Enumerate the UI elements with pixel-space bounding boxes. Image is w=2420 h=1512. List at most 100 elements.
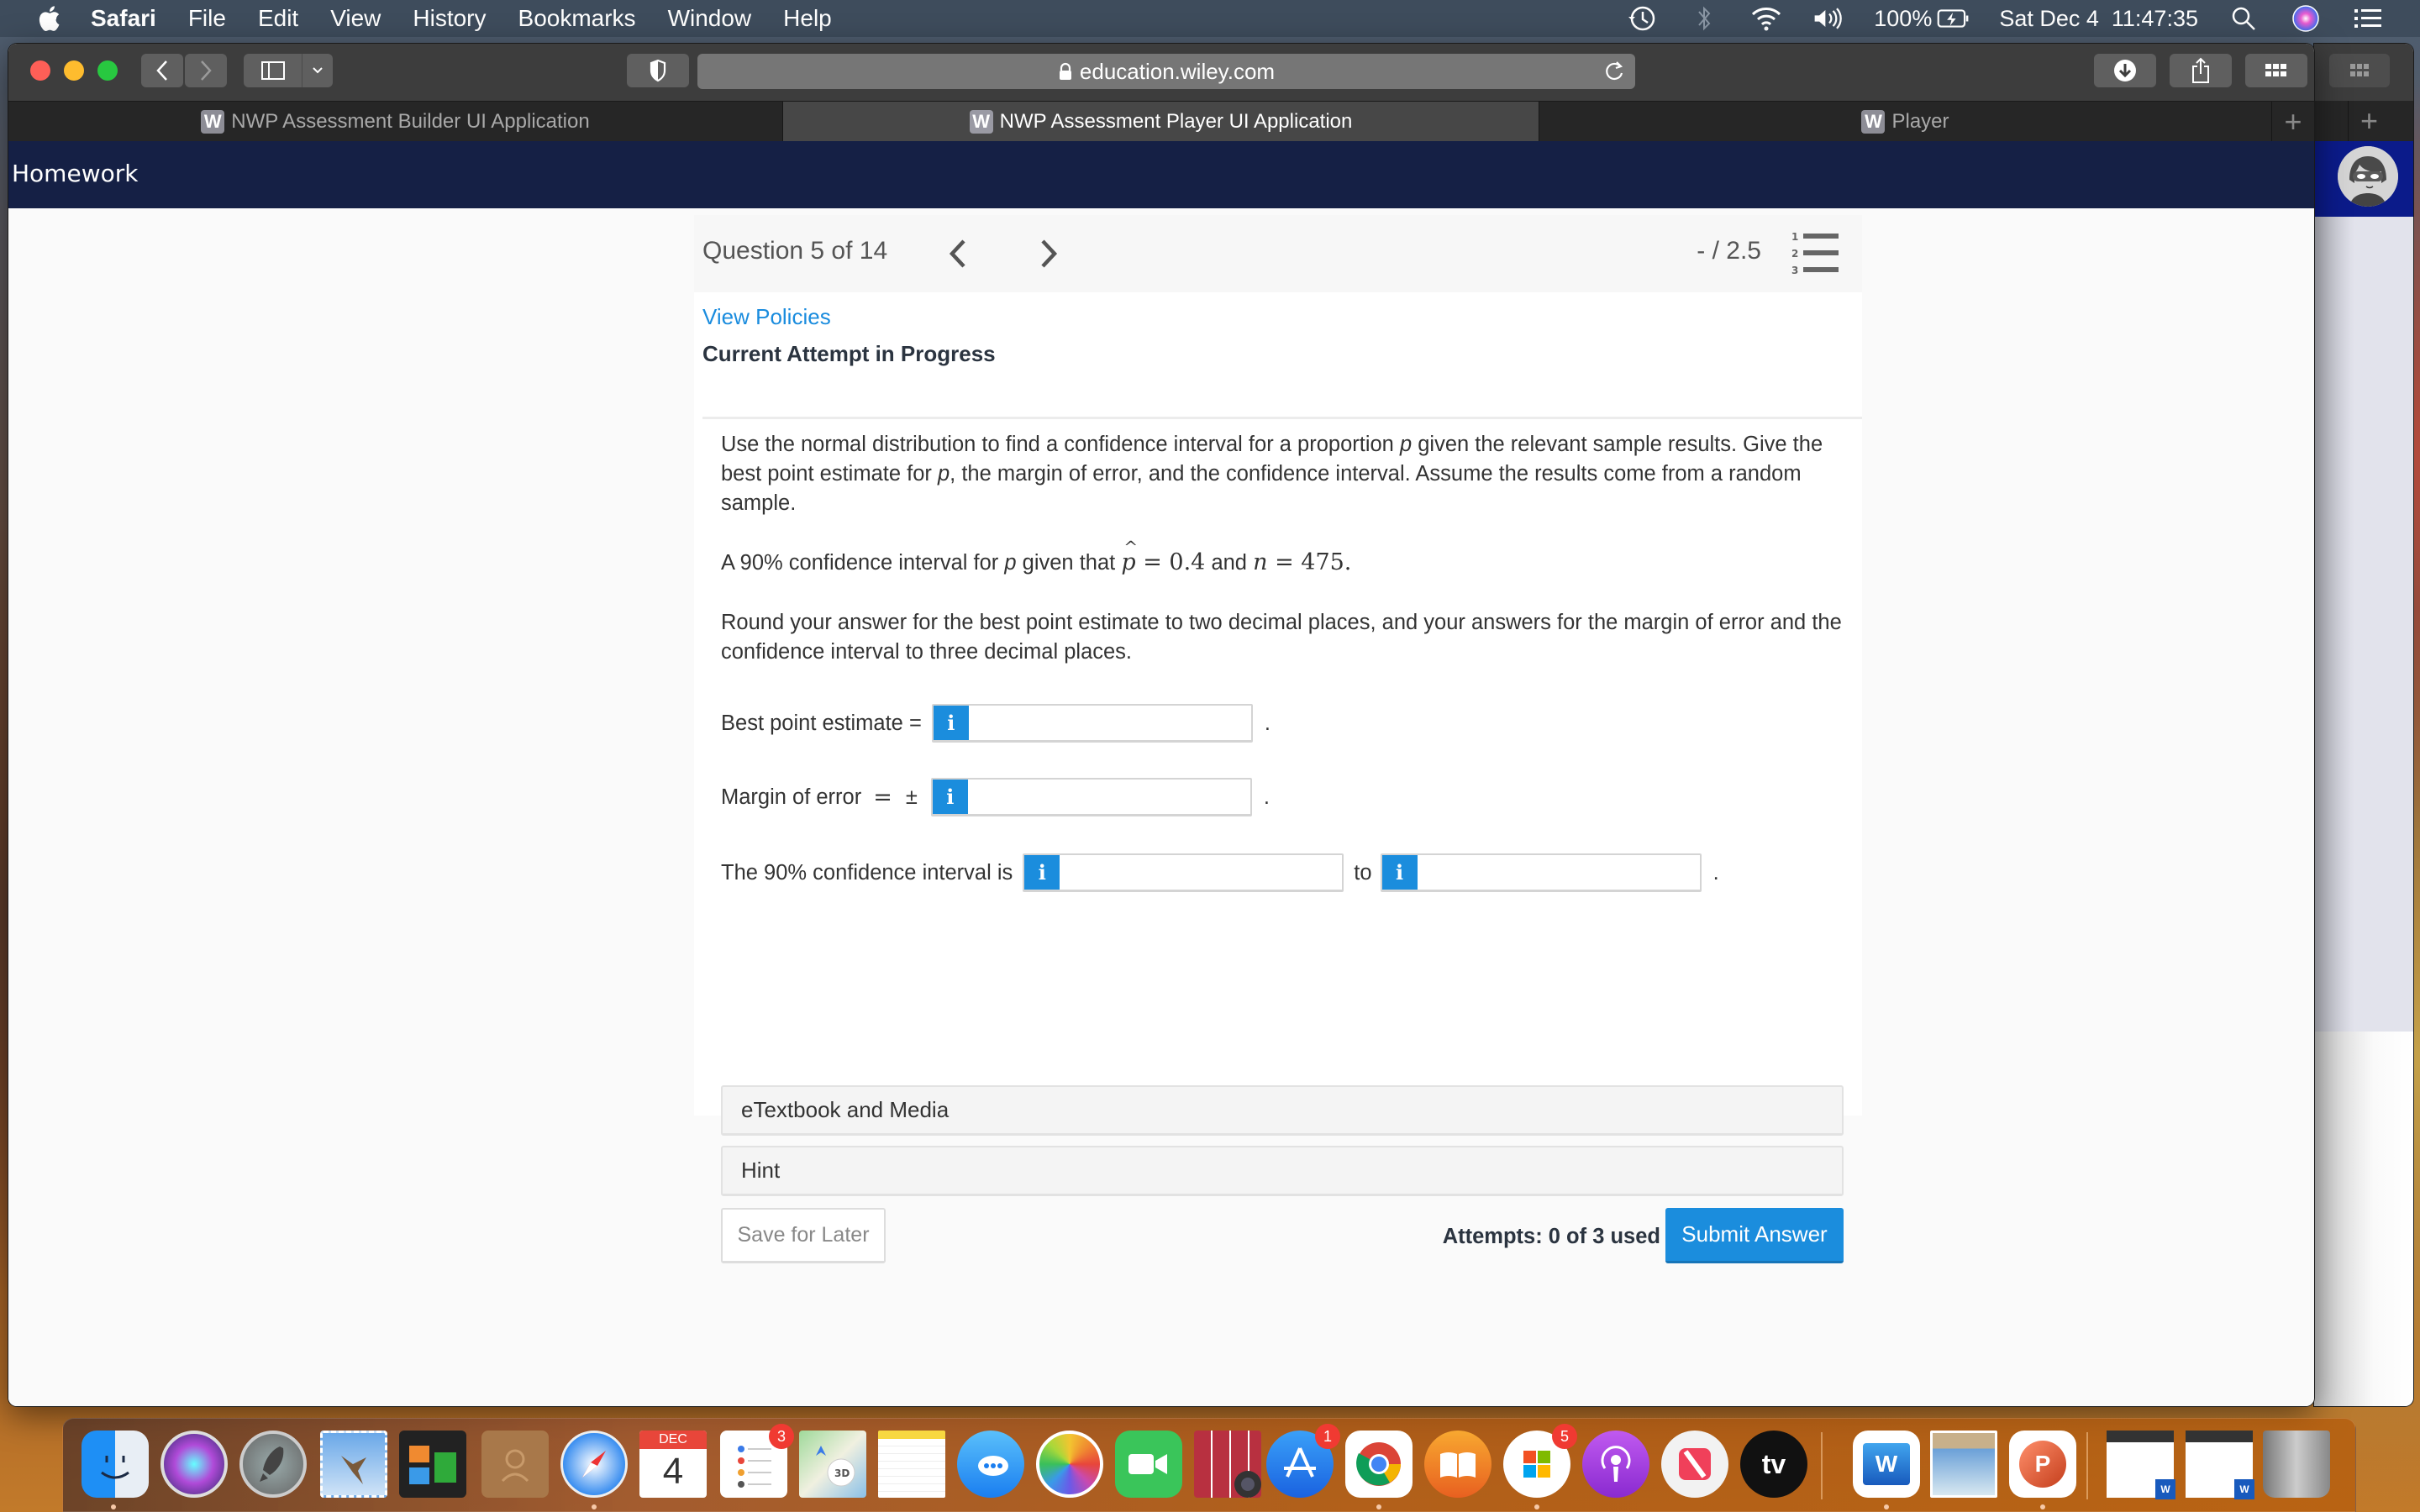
background-window-toolbar (2314, 44, 2413, 101)
share-button[interactable] (2170, 54, 2232, 87)
word-badge-icon: W (2234, 1479, 2254, 1499)
dock-launchpad-icon[interactable] (239, 1431, 307, 1498)
dock-mission-control-icon[interactable] (399, 1431, 466, 1498)
control-center-icon[interactable] (2351, 3, 2385, 34)
dock-maps-icon[interactable]: 3D (799, 1431, 866, 1498)
dock-podcasts-icon[interactable] (1582, 1431, 1649, 1498)
chevron-down-icon (302, 66, 333, 75)
fullscreen-window-button[interactable] (97, 60, 118, 81)
dock-calendar-icon[interactable]: DEC 4 (639, 1431, 707, 1498)
dock-photo-booth-icon[interactable] (1194, 1431, 1261, 1498)
forward-button[interactable] (185, 54, 227, 87)
background-new-tab-icon[interactable]: + (2348, 101, 2390, 141)
menu-safari[interactable]: Safari (91, 5, 156, 32)
new-tab-button[interactable]: + (2272, 102, 2314, 142)
user-avatar[interactable] (2338, 146, 2398, 207)
dock-finder-icon[interactable] (82, 1431, 149, 1498)
menu-clock[interactable]: Sat Dec 4 11:47:35 (1999, 6, 2198, 32)
dock-siri-icon[interactable] (160, 1431, 228, 1498)
spotlight-search-icon[interactable] (2227, 3, 2260, 34)
dock-microsoft-office-icon[interactable]: 5 (1503, 1424, 1577, 1498)
dock-app-store-icon[interactable]: 1 (1266, 1424, 1340, 1498)
save-for-later-button[interactable]: Save for Later (721, 1208, 886, 1263)
menu-help[interactable]: Help (783, 5, 832, 32)
battery-percent: 100% (1874, 5, 1933, 31)
question-navigation: Question 5 of 14 - / 2.5 1 2 3 (694, 215, 1862, 292)
address-bar[interactable]: education.wiley.com (697, 54, 1635, 89)
menu-history[interactable]: History (413, 5, 486, 32)
dock-minimized-document-1[interactable]: W (2107, 1431, 2175, 1499)
tab-label: Player (1891, 110, 1949, 133)
page-title: Homework (12, 160, 139, 187)
dock-photos-icon[interactable] (1036, 1431, 1103, 1498)
dock-news-icon[interactable] (1661, 1431, 1728, 1498)
calendar-month: DEC (639, 1431, 707, 1449)
previous-question-button[interactable] (939, 232, 976, 276)
apple-tv-label: tv (1761, 1448, 1786, 1479)
siri-icon[interactable] (2289, 3, 2323, 34)
dock-chrome-icon[interactable] (1345, 1431, 1413, 1498)
dock-minimized-document-2[interactable]: W (2186, 1431, 2254, 1499)
background-window-lower-content (2314, 1032, 2413, 1406)
word-letter: W (1863, 1443, 1910, 1485)
tab-overview-button[interactable] (2245, 54, 2307, 87)
question-counter: Question 5 of 14 (702, 237, 888, 265)
svg-text:2: 2 (1791, 248, 1798, 260)
dock-facetime-icon[interactable] (1115, 1431, 1182, 1498)
attempts-counter: Attempts: 0 of 3 used (1442, 1225, 1660, 1248)
tab-assessment-builder[interactable]: W NWP Assessment Builder UI Application (8, 102, 783, 142)
next-question-button[interactable] (1030, 232, 1067, 276)
minimize-window-button[interactable] (64, 60, 84, 81)
background-tab-overview-button[interactable] (2329, 54, 2390, 87)
svg-text:3D: 3D (834, 1467, 850, 1479)
submit-answer-button[interactable]: Submit Answer (1665, 1208, 1844, 1263)
back-button[interactable] (141, 54, 183, 87)
question-list-button[interactable]: 1 2 3 (1790, 230, 1840, 277)
dock-mail-icon[interactable] (320, 1431, 387, 1498)
sidebar-toggle-button[interactable] (244, 54, 333, 87)
bluetooth-icon[interactable] (1687, 3, 1721, 34)
dock-running-indicator (1376, 1504, 1381, 1509)
word-badge-icon: W (2155, 1479, 2175, 1499)
menu-view[interactable]: View (330, 5, 381, 32)
calendar-day: 4 (662, 1451, 684, 1492)
time-machine-icon[interactable] (1625, 3, 1659, 34)
close-window-button[interactable] (30, 60, 50, 81)
battery-charging-icon[interactable] (1937, 3, 1970, 34)
downloads-button[interactable] (2094, 54, 2156, 87)
tab-assessment-player[interactable]: W NWP Assessment Player UI Application (783, 102, 1539, 142)
dock-apple-tv-icon[interactable]: tv (1740, 1431, 1807, 1498)
reload-icon[interactable] (1602, 59, 1627, 84)
dock-trash-icon[interactable] (2263, 1431, 2330, 1498)
background-browser-window[interactable]: + (2314, 44, 2413, 1406)
tab-player[interactable]: W Player (1539, 102, 2272, 142)
notification-badge: 1 (1315, 1424, 1340, 1449)
wiley-favicon-icon: W (1861, 110, 1886, 134)
dock-safari-icon[interactable] (560, 1431, 628, 1498)
menu-window[interactable]: Window (668, 5, 752, 32)
dock-books-icon[interactable] (1424, 1431, 1491, 1498)
dock-powerpoint-icon[interactable]: P (2009, 1431, 2076, 1498)
wiley-favicon-icon: W (969, 110, 993, 134)
dock-notes-icon[interactable] (878, 1431, 945, 1498)
menu-file[interactable]: File (188, 5, 226, 32)
dock-running-indicator (111, 1504, 116, 1509)
apple-menu-icon[interactable] (34, 3, 64, 34)
dock-contacts-icon[interactable] (481, 1431, 549, 1498)
sidebar-icon (244, 54, 302, 87)
dock-reminders-icon[interactable]: 3 (720, 1424, 794, 1498)
menu-edit[interactable]: Edit (258, 5, 298, 32)
dock-preview-icon[interactable] (1930, 1431, 1997, 1498)
wifi-icon[interactable] (1749, 3, 1783, 34)
chevron-right-icon (1041, 239, 1058, 268)
dock-running-indicator (1884, 1504, 1889, 1509)
dock-messages-icon[interactable] (957, 1431, 1024, 1498)
dock-word-icon[interactable]: W (1853, 1431, 1920, 1498)
lock-icon (1058, 62, 1073, 81)
chevron-left-icon (949, 239, 965, 268)
tab-label: NWP Assessment Builder UI Application (231, 110, 590, 133)
menu-bookmarks[interactable]: Bookmarks (518, 5, 636, 32)
safari-window: education.wiley.com W NWP Assessment Bui… (8, 44, 2314, 1406)
volume-icon[interactable] (1812, 3, 1845, 34)
privacy-report-button[interactable] (627, 54, 689, 87)
